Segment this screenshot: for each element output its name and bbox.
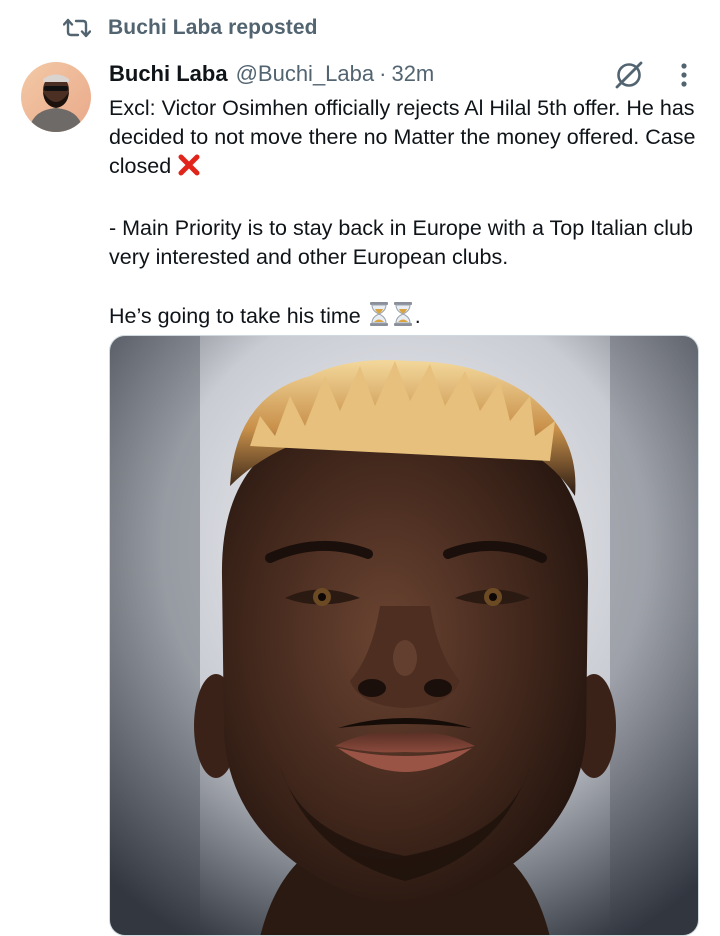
more-options-icon[interactable]: [671, 60, 697, 90]
tweet-text: Excl: Victor Osimhen officially rejects …: [109, 94, 709, 335]
tweet-paragraph-3: He’s going to take his time .: [109, 301, 709, 335]
author-name[interactable]: Buchi Laba: [109, 61, 228, 87]
tweet-paragraph-2-text: - Main Priority is to stay back in Europ…: [109, 216, 693, 269]
tweet-paragraph-3-text: He’s going to take his time: [109, 304, 367, 328]
tweet: Buchi Laba @Buchi_Laba · 32m Excl: Victo…: [109, 56, 709, 335]
author-handle[interactable]: @Buchi_Laba: [236, 61, 375, 87]
separator-dot: ·: [379, 61, 387, 86]
repost-label: Buchi Laba reposted: [108, 16, 318, 39]
grok-icon[interactable]: [613, 59, 645, 91]
timestamp[interactable]: 32m: [391, 61, 434, 87]
tweet-paragraph-2: - Main Priority is to stay back in Europ…: [109, 214, 709, 272]
repost-indicator[interactable]: Buchi Laba reposted: [62, 12, 318, 44]
hourglass-icon: [391, 301, 415, 335]
avatar[interactable]: [21, 62, 91, 132]
tweet-paragraph-3-suffix: .: [414, 304, 421, 328]
repost-icon: [62, 13, 92, 43]
tweet-paragraph-1: Excl: Victor Osimhen officially rejects …: [109, 94, 709, 185]
tweet-media-photo[interactable]: [109, 335, 699, 936]
cross-mark-icon: [177, 153, 201, 185]
tweet-header: Buchi Laba @Buchi_Laba · 32m: [109, 56, 709, 92]
hourglass-icon: [367, 301, 391, 335]
